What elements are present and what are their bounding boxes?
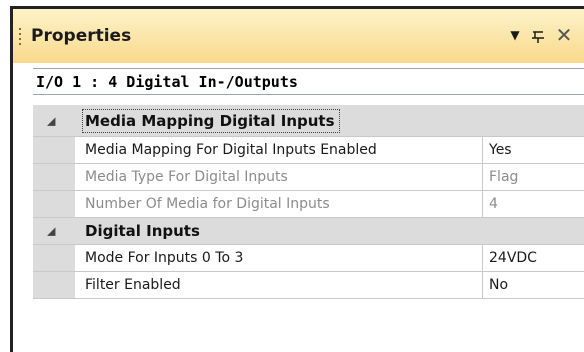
dropdown-arrow-icon[interactable]: ▼ (507, 24, 523, 46)
property-name-cell[interactable]: Number Of Media for Digital Inputs (75, 191, 483, 217)
category-label: Media Mapping Digital Inputs (82, 108, 340, 133)
property-value-cell[interactable]: Flag (483, 164, 584, 190)
row-margin (33, 272, 75, 298)
property-row[interactable]: Number Of Media for Digital Inputs 4 (33, 191, 584, 218)
property-row[interactable]: Media Type For Digital Inputs Flag (33, 164, 584, 191)
property-value: 4 (489, 196, 498, 212)
properties-window: Properties ▼ ✕ I/O 1 : 4 Digital In-/Out… (10, 6, 584, 352)
row-margin: ◢ (33, 218, 75, 244)
property-name: Mode For Inputs 0 To 3 (85, 250, 244, 266)
property-row[interactable]: Media Mapping For Digital Inputs Enabled… (33, 137, 584, 164)
property-name-cell[interactable]: Media Type For Digital Inputs (75, 164, 483, 190)
category-media-mapping-digital-inputs[interactable]: ◢ Media Mapping Digital Inputs (33, 105, 584, 137)
property-name-cell[interactable]: Media Mapping For Digital Inputs Enabled (75, 137, 483, 163)
property-value-cell[interactable]: No (483, 272, 584, 298)
collapse-arrow-icon[interactable]: ◢ (47, 225, 55, 238)
row-margin (33, 191, 75, 217)
row-margin (33, 164, 75, 190)
properties-titlebar[interactable]: Properties ▼ ✕ (13, 9, 584, 63)
category-digital-inputs[interactable]: ◢ Digital Inputs (33, 218, 584, 245)
collapse-arrow-icon[interactable]: ◢ (47, 114, 55, 127)
property-value: 24VDC (489, 250, 537, 266)
property-name: Media Type For Digital Inputs (85, 169, 288, 185)
object-selector-value: I/O 1 : 4 Digital In-/Outputs (36, 73, 298, 91)
property-name: Number Of Media for Digital Inputs (85, 196, 330, 212)
category-label: Digital Inputs (85, 222, 200, 240)
property-value-cell[interactable]: 24VDC (483, 245, 584, 271)
property-name-cell[interactable]: Filter Enabled (75, 272, 483, 298)
property-name: Media Mapping For Digital Inputs Enabled (85, 142, 377, 158)
row-margin (33, 137, 75, 163)
property-name: Filter Enabled (85, 277, 181, 293)
property-row[interactable]: Filter Enabled No (33, 272, 584, 299)
property-row[interactable]: Mode For Inputs 0 To 3 24VDC (33, 245, 584, 272)
row-margin (33, 245, 75, 271)
property-value: Flag (489, 169, 519, 185)
property-name-cell[interactable]: Mode For Inputs 0 To 3 (75, 245, 483, 271)
page: Properties ▼ ✕ I/O 1 : 4 Digital In-/Out… (0, 0, 584, 352)
property-value-cell[interactable]: 4 (483, 191, 584, 217)
property-value-cell[interactable]: Yes (483, 137, 584, 163)
property-value: No (489, 277, 509, 293)
pin-icon[interactable] (529, 24, 547, 46)
property-value: Yes (489, 142, 512, 158)
object-selector[interactable]: I/O 1 : 4 Digital In-/Outputs (33, 68, 584, 95)
property-grid: ◢ Media Mapping Digital Inputs Media Map… (33, 105, 584, 299)
row-margin: ◢ (33, 105, 75, 136)
panel-title: Properties (31, 26, 132, 46)
close-icon[interactable]: ✕ (553, 24, 575, 46)
drag-grip-icon[interactable] (19, 28, 22, 48)
